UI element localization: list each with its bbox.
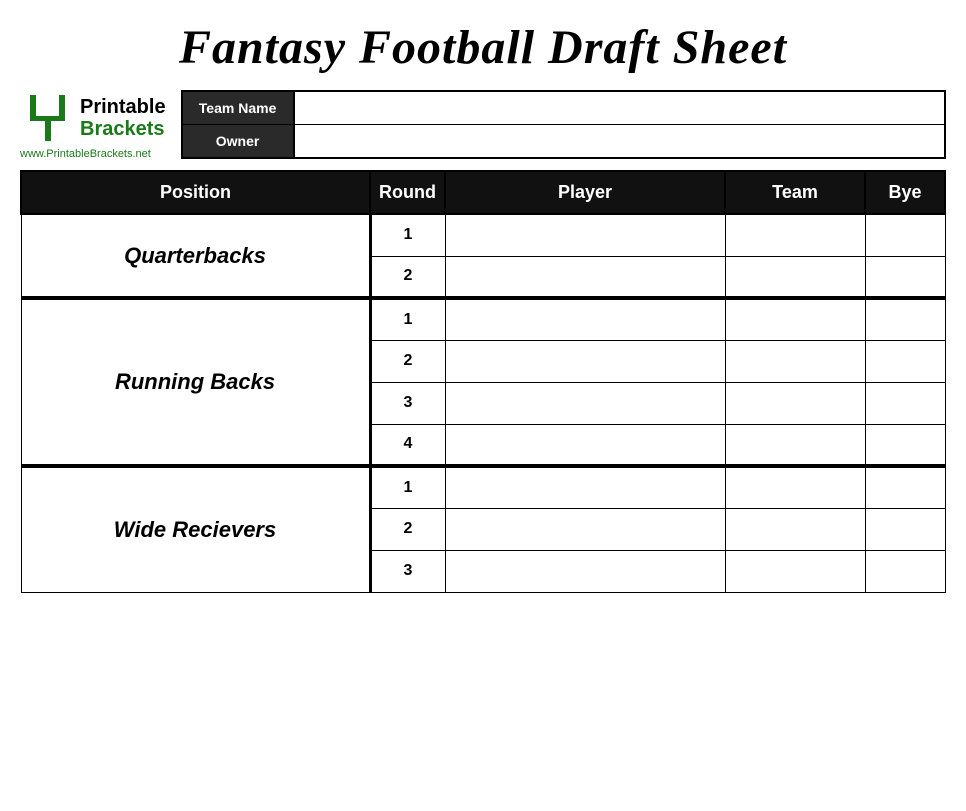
- round-cell: 2: [370, 508, 445, 550]
- team-name-row: Team Name: [183, 92, 944, 125]
- bye-cell[interactable]: [865, 424, 945, 466]
- draft-table: Position Round Player Team Bye Quarterba…: [20, 170, 946, 593]
- team-cell[interactable]: [725, 424, 865, 466]
- player-cell[interactable]: [445, 424, 725, 466]
- team-cell[interactable]: [725, 256, 865, 298]
- player-cell[interactable]: [445, 340, 725, 382]
- team-cell[interactable]: [725, 382, 865, 424]
- bye-cell[interactable]: [865, 508, 945, 550]
- table-row: Running Backs1: [21, 298, 945, 340]
- header-bye: Bye: [865, 171, 945, 214]
- player-cell[interactable]: [445, 214, 725, 256]
- table-header-row: Position Round Player Team Bye: [21, 171, 945, 214]
- position-cell: Quarterbacks: [21, 214, 370, 298]
- header-position: Position: [21, 171, 370, 214]
- team-cell[interactable]: [725, 340, 865, 382]
- bye-cell[interactable]: [865, 214, 945, 256]
- page-container: Fantasy Football Draft Sheet Printable: [0, 0, 966, 603]
- bye-cell[interactable]: [865, 340, 945, 382]
- player-cell[interactable]: [445, 298, 725, 340]
- team-cell[interactable]: [725, 550, 865, 592]
- round-cell: 1: [370, 214, 445, 256]
- team-cell[interactable]: [725, 214, 865, 256]
- logo-url: www.PrintableBrackets.net: [20, 148, 151, 160]
- table-row: Quarterbacks1: [21, 214, 945, 256]
- header-section: Printable Brackets www.PrintableBrackets…: [20, 90, 946, 160]
- team-info-box: Team Name Owner: [181, 90, 946, 159]
- position-cell: Running Backs: [21, 298, 370, 466]
- round-cell: 2: [370, 340, 445, 382]
- logo-printable-text: Printable: [80, 96, 166, 118]
- player-cell[interactable]: [445, 508, 725, 550]
- owner-value[interactable]: [293, 125, 944, 157]
- logo-text: Printable Brackets: [80, 96, 166, 140]
- header-round: Round: [370, 171, 445, 214]
- team-name-value[interactable]: [293, 92, 944, 124]
- player-cell[interactable]: [445, 550, 725, 592]
- bye-cell[interactable]: [865, 550, 945, 592]
- header-player: Player: [445, 171, 725, 214]
- page-title: Fantasy Football Draft Sheet: [20, 10, 946, 90]
- round-cell: 3: [370, 550, 445, 592]
- logo-area: Printable Brackets www.PrintableBrackets…: [20, 90, 166, 160]
- round-cell: 1: [370, 466, 445, 508]
- position-cell: Wide Recievers: [21, 466, 370, 592]
- bye-cell[interactable]: [865, 382, 945, 424]
- owner-row: Owner: [183, 125, 944, 157]
- owner-label: Owner: [183, 125, 293, 157]
- team-cell[interactable]: [725, 508, 865, 550]
- round-cell: 4: [370, 424, 445, 466]
- bye-cell[interactable]: [865, 466, 945, 508]
- player-cell[interactable]: [445, 466, 725, 508]
- bye-cell[interactable]: [865, 298, 945, 340]
- team-cell[interactable]: [725, 466, 865, 508]
- goal-post-icon: [20, 90, 75, 145]
- table-row: Wide Recievers1: [21, 466, 945, 508]
- player-cell[interactable]: [445, 382, 725, 424]
- player-cell[interactable]: [445, 256, 725, 298]
- logo-brackets-text: Brackets: [80, 118, 166, 140]
- round-cell: 2: [370, 256, 445, 298]
- team-cell[interactable]: [725, 298, 865, 340]
- team-name-label: Team Name: [183, 92, 293, 124]
- round-cell: 3: [370, 382, 445, 424]
- bye-cell[interactable]: [865, 256, 945, 298]
- logo-combined: Printable Brackets: [20, 90, 166, 145]
- header-team: Team: [725, 171, 865, 214]
- round-cell: 1: [370, 298, 445, 340]
